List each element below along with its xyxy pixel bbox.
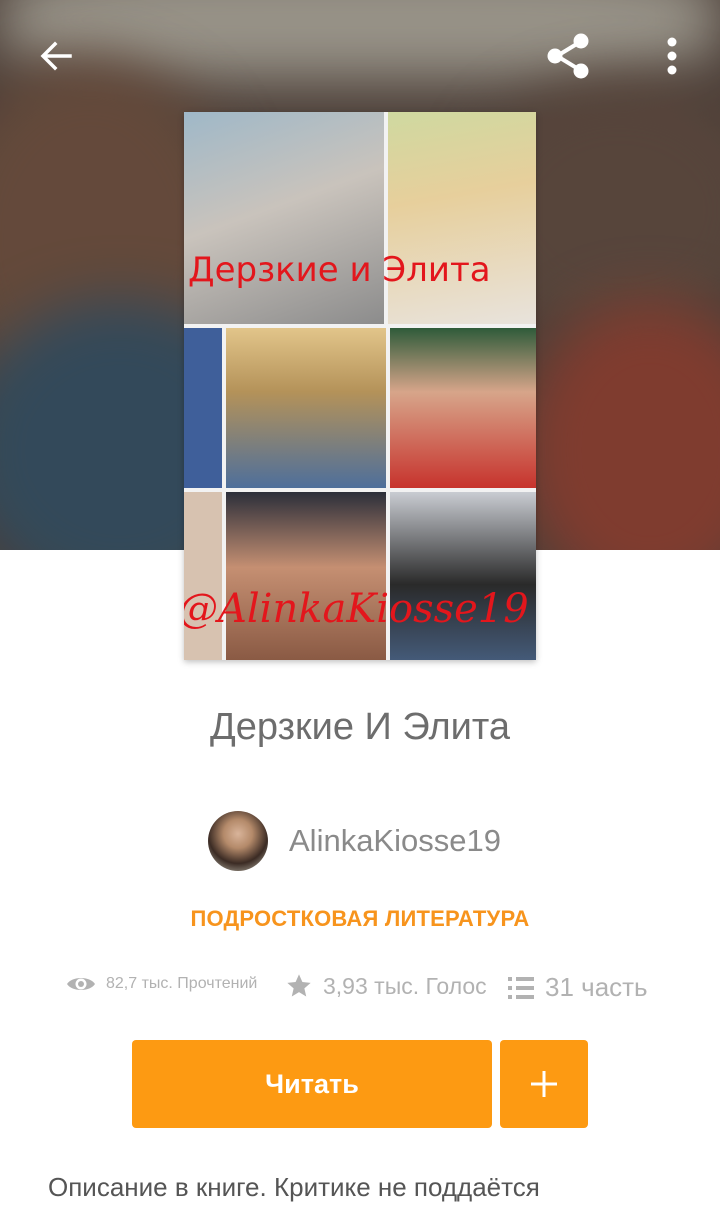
add-to-library-button[interactable] [500,1040,588,1128]
cover-photo [184,112,384,324]
more-options-button[interactable] [644,28,700,84]
votes-stat: 3,93 тыс. Голос [285,972,487,1000]
cover-photo [390,328,536,488]
more-vertical-icon [667,37,677,75]
parts-stat[interactable]: 31 часть [507,972,648,1003]
story-title: Дерзкие И Элита [210,706,510,748]
cover-photo [388,112,536,324]
author-link[interactable]: AlinkaKiosse19 [208,810,501,872]
author-avatar[interactable] [208,811,268,871]
votes-count: 3,93 тыс. Голос [323,972,487,999]
story-stats: 82,7 тыс. Прочтений 3,93 тыс. Голос 31 ч… [0,972,720,1012]
cover-photo [184,328,222,488]
plus-icon [531,1071,557,1097]
eye-icon [66,974,96,994]
cover-photo [390,492,536,660]
share-icon [547,33,589,79]
category-link[interactable]: ПОДРОСТКОВАЯ ЛИТЕРАТУРА [0,906,720,932]
list-icon [507,975,535,1001]
reads-count: 82,7 тыс. Прочтений [106,975,258,992]
share-button[interactable] [540,28,596,84]
star-icon [285,972,313,1000]
parts-count[interactable]: 31 часть [545,972,648,1003]
back-button[interactable] [28,28,84,84]
arrow-left-icon [40,41,72,71]
cover-title-text: Дерзкие и Элита [188,250,491,290]
cover-author-text: @AlinkaKiosse19 [184,586,529,632]
story-description: Описание в книге. Критике не поддаётся [48,1172,540,1202]
cover-photo [226,328,386,488]
read-button[interactable]: Читать [132,1040,492,1128]
book-cover[interactable]: Дерзкие и Элита @AlinkaKiosse19 [184,112,536,660]
cover-photo [226,492,386,660]
cover-photo [184,492,222,660]
author-name[interactable]: AlinkaKiosse19 [289,823,501,859]
reads-stat: 82,7 тыс. Прочтений [66,974,257,994]
